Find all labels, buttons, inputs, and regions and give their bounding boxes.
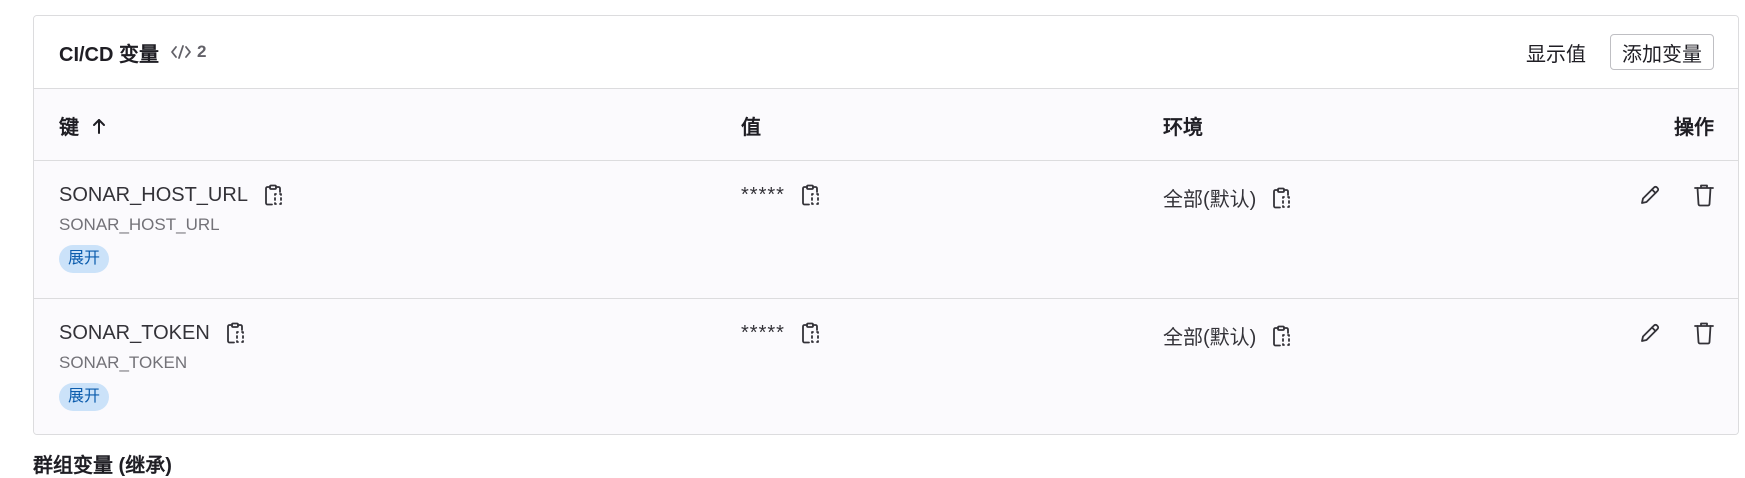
variable-key: SONAR_TOKEN [59,321,210,344]
column-header-environment: 环境 [1163,117,1203,139]
table-row: SONAR_HOST_URL SONAR_HOST_URL 展开 ***** 全… [34,161,1738,299]
variable-count-value: 2 [197,42,207,61]
variable-key: SONAR_HOST_URL [59,183,248,206]
variable-count: 2 [169,40,206,64]
header-actions: 显示值 添加变量 [1526,34,1714,70]
code-icon [169,40,193,64]
variable-actions-cell [1638,183,1716,207]
environment-scope: 全部(默认) [1163,327,1257,349]
column-header-value: 值 [741,117,761,139]
title-group: CI/CD 变量 2 [59,38,206,67]
copy-to-clipboard-icon[interactable] [799,321,823,345]
reveal-values-button[interactable]: 显示值 [1526,38,1586,67]
variable-key-cell: SONAR_TOKEN [59,321,248,345]
variable-value-cell: ***** [741,183,823,207]
add-variable-button[interactable]: 添加变量 [1610,34,1714,70]
environment-scope: 全部(默认) [1163,189,1257,211]
copy-to-clipboard-icon[interactable] [1270,186,1294,210]
variable-environment-cell: 全部(默认) [1163,183,1294,212]
expanded-badge: 展开 [59,383,110,411]
variable-key-cell: SONAR_HOST_URL [59,183,286,207]
copy-to-clipboard-icon[interactable] [262,183,286,207]
ci-cd-variables-card: CI/CD 变量 2 显示值 添加变量 键 值 环境 操作 SONAR_HOST… [33,15,1739,435]
group-variables-heading: 群组变量 (继承) [33,455,172,477]
variable-value-cell: ***** [741,321,823,345]
copy-to-clipboard-icon[interactable] [799,183,823,207]
expanded-badge: 展开 [59,245,110,273]
pencil-icon[interactable] [1638,321,1662,345]
column-header-key-label: 键 [59,117,79,139]
variable-description: SONAR_TOKEN [59,353,188,372]
variable-actions-cell [1638,321,1716,345]
table-header: 键 值 环境 操作 [34,89,1738,161]
masked-value: ***** [741,321,785,344]
column-header-key[interactable]: 键 [59,111,111,140]
variable-description: SONAR_HOST_URL [59,215,220,234]
masked-value: ***** [741,183,785,206]
trash-icon[interactable] [1692,321,1716,345]
variable-environment-cell: 全部(默认) [1163,321,1294,350]
copy-to-clipboard-icon[interactable] [224,321,248,345]
copy-to-clipboard-icon[interactable] [1270,324,1294,348]
trash-icon[interactable] [1692,183,1716,207]
column-header-actions: 操作 [1674,117,1714,139]
arrow-up-icon [87,114,111,138]
card-title: CI/CD 变量 [59,43,159,66]
table-row: SONAR_TOKEN SONAR_TOKEN 展开 ***** 全部(默认) [34,299,1738,434]
pencil-icon[interactable] [1638,183,1662,207]
card-header: CI/CD 变量 2 显示值 添加变量 [34,16,1738,89]
